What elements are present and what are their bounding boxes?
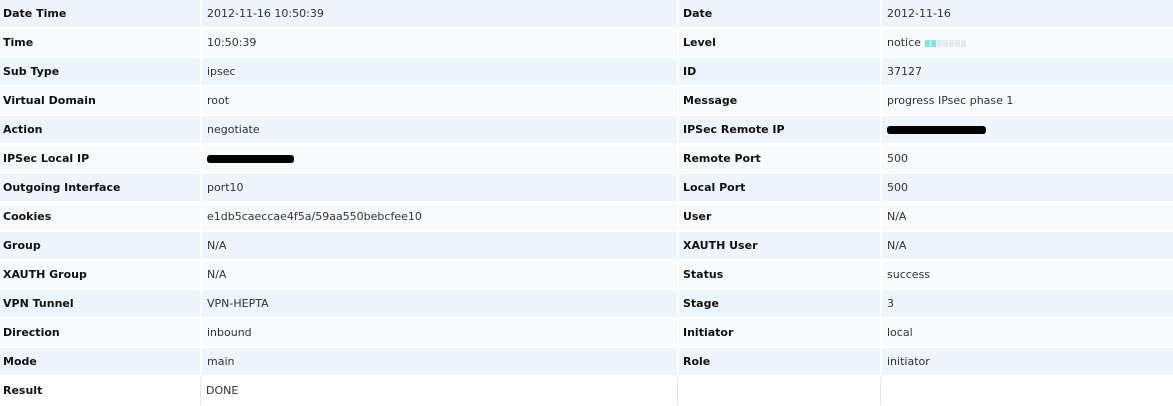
field-label-initiator: Initiator	[677, 319, 880, 348]
field-value-user: N/A	[880, 203, 1173, 232]
field-value-local-port: 500	[880, 174, 1173, 203]
field-value-cookies: e1db5caeccae4f5a/59aa550bebcfee10	[200, 203, 677, 232]
field-label-level: Level	[677, 29, 880, 58]
field-value-initiator: local	[880, 319, 1173, 348]
field-label-xauth-user: XAUTH User	[677, 232, 880, 261]
field-label-local-port: Local Port	[677, 174, 880, 203]
detail-row: XAUTH Group N/A Status success	[0, 261, 1173, 290]
field-label-xauth-group: XAUTH Group	[0, 261, 200, 290]
field-value-time: 10:50:39	[200, 29, 677, 58]
field-label-ipsec-local-ip: IPSec Local IP	[0, 145, 200, 174]
empty-cell	[880, 377, 1173, 406]
field-value-ipsec-remote-ip	[880, 116, 1173, 145]
field-value-outgoing-interface: port10	[200, 174, 677, 203]
field-value-sub-type: ipsec	[200, 58, 677, 87]
field-label-time: Time	[0, 29, 200, 58]
field-value-vpn-tunnel: VPN-HEPTA	[200, 290, 677, 319]
field-value-id: 37127	[880, 58, 1173, 87]
detail-row: Sub Type ipsec ID 37127	[0, 58, 1173, 87]
field-value-xauth-group: N/A	[200, 261, 677, 290]
field-label-id: ID	[677, 58, 880, 87]
field-label-ipsec-remote-ip: IPSec Remote IP	[677, 116, 880, 145]
field-value-action: negotiate	[200, 116, 677, 145]
level-segment	[948, 39, 954, 47]
detail-row: Group N/A XAUTH User N/A	[0, 232, 1173, 261]
field-value-direction: inbound	[200, 319, 677, 348]
field-value-message: progress IPsec phase 1	[880, 87, 1173, 116]
field-label-result: Result	[0, 377, 200, 406]
field-value-result: DONE	[200, 377, 677, 406]
field-label-cookies: Cookies	[0, 203, 200, 232]
field-label-group: Group	[0, 232, 200, 261]
field-label-action: Action	[0, 116, 200, 145]
field-label-date-time: Date Time	[0, 0, 200, 29]
level-indicator-bar	[924, 39, 967, 47]
field-label-direction: Direction	[0, 319, 200, 348]
field-value-level: notice	[887, 36, 921, 49]
field-label-message: Message	[677, 87, 880, 116]
field-value-date-time: 2012-11-16 10:50:39	[200, 0, 677, 29]
field-value-date: 2012-11-16	[880, 0, 1173, 29]
field-cell-level: notice	[880, 29, 1173, 58]
field-label-status: Status	[677, 261, 880, 290]
detail-row: Outgoing Interface port10 Local Port 500	[0, 174, 1173, 203]
field-value-role: initiator	[880, 348, 1173, 377]
detail-row: VPN Tunnel VPN-HEPTA Stage 3	[0, 290, 1173, 319]
level-segment	[960, 39, 966, 47]
field-value-group: N/A	[200, 232, 677, 261]
level-segment	[930, 39, 936, 47]
field-label-vpn-tunnel: VPN Tunnel	[0, 290, 200, 319]
field-label-date: Date	[677, 0, 880, 29]
detail-row: IPSec Local IP Remote Port 500	[0, 145, 1173, 174]
level-segment	[942, 39, 948, 47]
level-segment	[954, 39, 960, 47]
field-value-virtual-domain: root	[200, 87, 677, 116]
detail-row: Action negotiate IPSec Remote IP	[0, 116, 1173, 145]
detail-row: Cookies e1db5caeccae4f5a/59aa550bebcfee1…	[0, 203, 1173, 232]
redaction-mark	[207, 155, 294, 163]
field-label-role: Role	[677, 348, 880, 377]
redaction-mark	[887, 126, 986, 134]
field-value-stage: 3	[880, 290, 1173, 319]
detail-row: Time 10:50:39 Level notice	[0, 29, 1173, 58]
empty-cell	[677, 377, 880, 406]
field-label-mode: Mode	[0, 348, 200, 377]
field-value-status: success	[880, 261, 1173, 290]
detail-row: Virtual Domain root Message progress IPs…	[0, 87, 1173, 116]
detail-row: Mode main Role initiator	[0, 348, 1173, 377]
field-value-remote-port: 500	[880, 145, 1173, 174]
field-label-remote-port: Remote Port	[677, 145, 880, 174]
level-segment	[924, 39, 930, 47]
field-label-stage: Stage	[677, 290, 880, 319]
detail-row: Date Time 2012-11-16 10:50:39 Date 2012-…	[0, 0, 1173, 29]
detail-row: Direction inbound Initiator local	[0, 319, 1173, 348]
level-segment	[936, 39, 942, 47]
detail-row: Result DONE	[0, 377, 1173, 406]
field-value-ipsec-local-ip	[200, 145, 677, 174]
log-detail-table: Date Time 2012-11-16 10:50:39 Date 2012-…	[0, 0, 1173, 406]
field-value-xauth-user: N/A	[880, 232, 1173, 261]
field-label-user: User	[677, 203, 880, 232]
field-label-outgoing-interface: Outgoing Interface	[0, 174, 200, 203]
field-label-sub-type: Sub Type	[0, 58, 200, 87]
field-value-mode: main	[200, 348, 677, 377]
field-label-virtual-domain: Virtual Domain	[0, 87, 200, 116]
